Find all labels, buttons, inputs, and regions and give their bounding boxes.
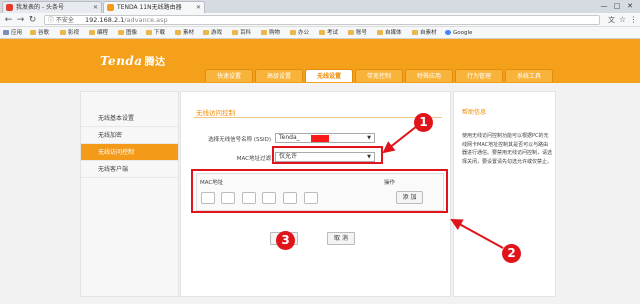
annotation-badge-1: 1 xyxy=(414,113,433,132)
annotation-badge-2: 2 xyxy=(502,244,521,263)
annotation-badge-3: 3 xyxy=(276,231,295,250)
arrow-line xyxy=(382,125,418,154)
arrow-line xyxy=(450,219,504,249)
annotation-arrows xyxy=(382,125,504,249)
